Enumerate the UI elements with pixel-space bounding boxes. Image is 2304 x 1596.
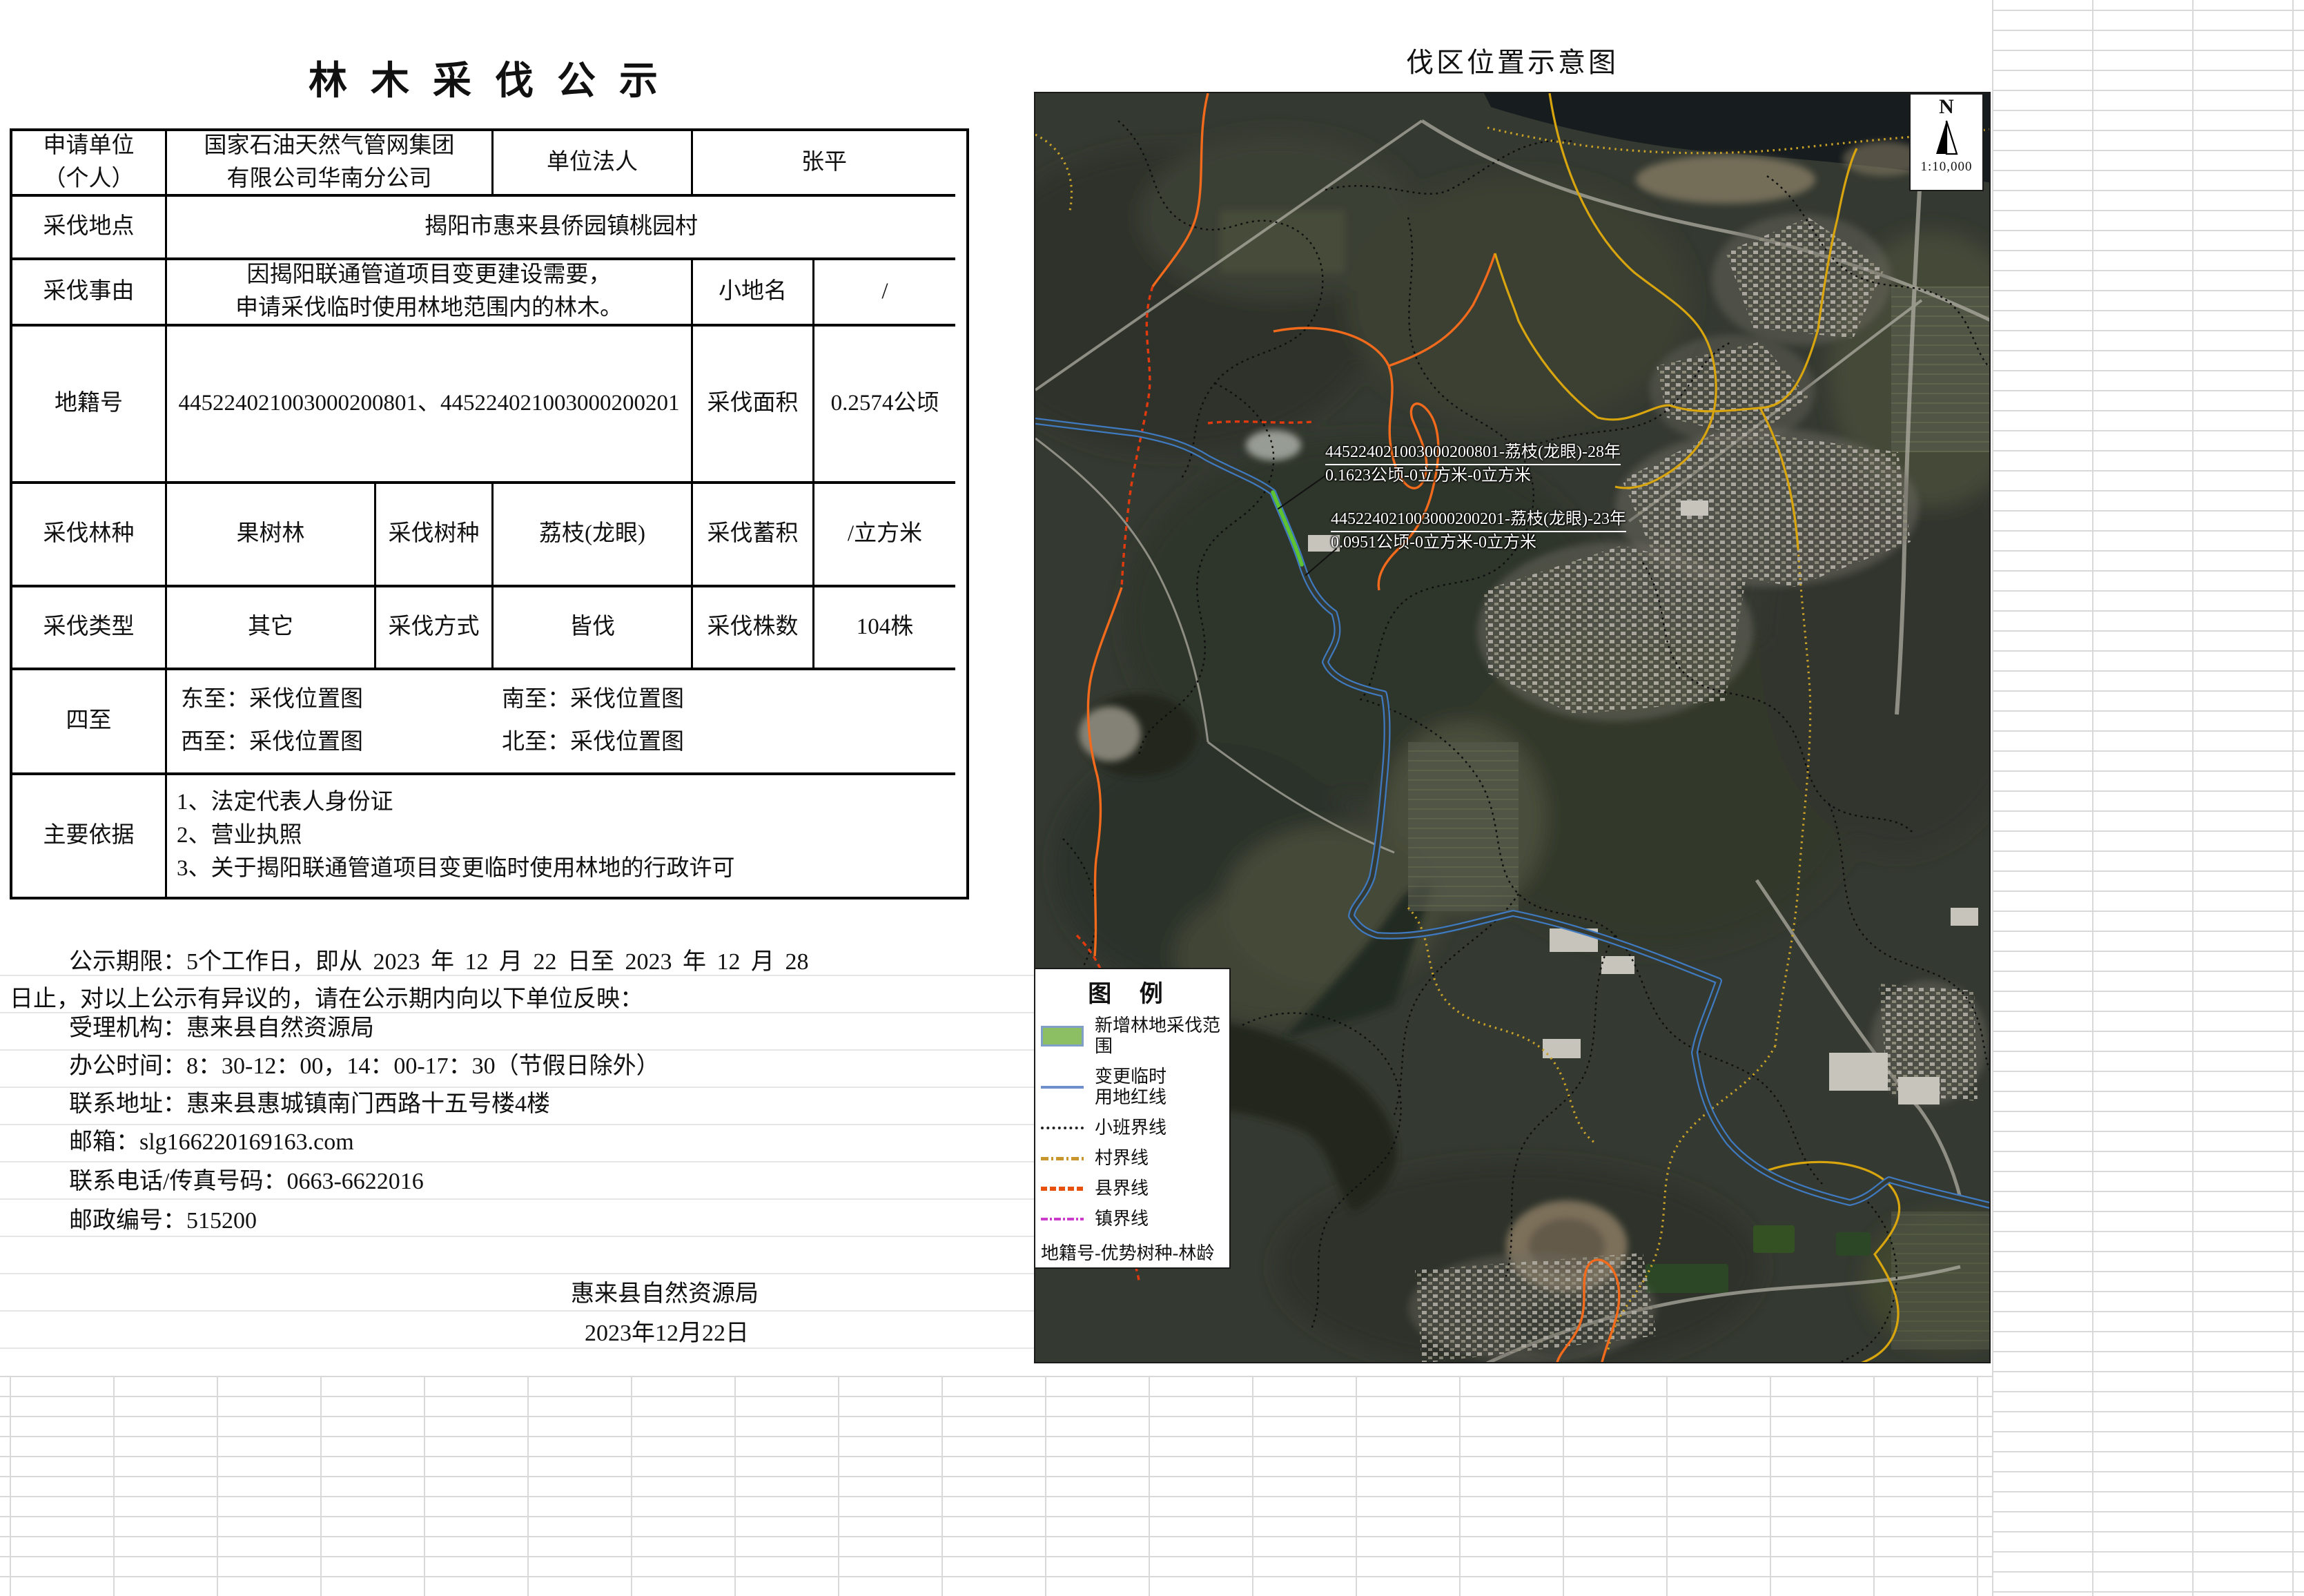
legend-line-town xyxy=(1041,1218,1084,1220)
table-value-location: 揭阳市惠来县侨园镇桃园村 xyxy=(167,197,955,260)
contact-address: 联系地址：惠来县惠城镇南门西路十五号楼4楼 xyxy=(69,1091,550,1117)
spreadsheet-grid-bottom xyxy=(0,1376,1992,1596)
table-value-cadastral-no: 445224021003000200801、445224021003000200… xyxy=(167,327,693,484)
map-title: 伐区位置示意图 xyxy=(1406,47,1619,78)
legend-item-redline: 变更临时 用地红线 xyxy=(1041,1067,1221,1108)
legend-item-harvest-area: 新增林地采伐范围 xyxy=(1041,1015,1221,1057)
north-arrow-box: N 1:10,000 xyxy=(1909,93,1984,191)
legend-title: 图 例 xyxy=(1088,982,1174,1007)
notice-period-line2: 日止，对以上公示有异议的，请在公示期内向以下单位反映： xyxy=(10,986,643,1012)
notice-period-line1: 公示期限：5个工作日，即从 2023 年 12 月 22 日至 2023 年 1… xyxy=(69,949,809,975)
table-label-tree-count: 采伐株数 xyxy=(693,587,814,670)
legend-item-town-line: 镇界线 xyxy=(1041,1209,1221,1229)
parcel-label-1: 445224021003000200801-荔枝(龙眼)-28年 0.1623公… xyxy=(1325,442,1621,487)
legend-line-county xyxy=(1041,1187,1084,1191)
table-value-forest-type: 果树林 xyxy=(167,484,376,587)
table-label-place-name: 小地名 xyxy=(693,260,814,327)
legend-item-county-line: 县界线 xyxy=(1041,1178,1221,1199)
table-label-reason: 采伐事由 xyxy=(12,260,167,327)
contact-office-hours: 办公时间：8：30-12：00，14：00-17：30（节假日除外） xyxy=(69,1053,660,1079)
boundary-west: 西至：采伐位置图 xyxy=(181,730,363,755)
table-value-legal-person: 张平 xyxy=(693,131,955,197)
legend-annotation-top: 地籍号-优势树种-林龄 xyxy=(1041,1243,1215,1263)
map-scale: 1:10,000 xyxy=(1920,159,1973,174)
legend-item-subcompartment: 小班界线 xyxy=(1041,1118,1221,1138)
table-value-tree-count: 104株 xyxy=(814,587,955,670)
north-label: N xyxy=(1939,95,1954,118)
table-value-tree-species: 荔枝(龙眼) xyxy=(494,484,693,587)
signature-date: 2023年12月22日 xyxy=(585,1321,749,1346)
table-value-boundaries: 东至：采伐位置图 南至：采伐位置图 西至：采伐位置图 北至：采伐位置图 xyxy=(167,670,955,775)
legend-swatch-green xyxy=(1041,1026,1084,1047)
table-label-cut-method: 采伐方式 xyxy=(376,587,494,670)
table-value-applicant: 国家石油天然气管网集团 有限公司华南分公司 xyxy=(167,131,494,197)
legend-line-village xyxy=(1041,1156,1084,1160)
contact-email: 邮箱：slg166220169163.com xyxy=(69,1129,354,1155)
contact-postcode: 邮政编号：515200 xyxy=(69,1208,257,1234)
notice-title: 林 木 采 伐 公 示 xyxy=(309,60,665,103)
parcel-1-detail: 0.1623公顷-0立方米-0立方米 xyxy=(1325,467,1531,485)
table-label-location: 采伐地点 xyxy=(12,197,167,260)
boundary-south: 南至：采伐位置图 xyxy=(502,687,684,712)
table-label-cut-type: 采伐类型 xyxy=(12,587,167,670)
notice-table: 申请单位 （个人） 国家石油天然气管网集团 有限公司华南分公司 单位法人 张平 … xyxy=(10,128,969,899)
legend-line-dotted xyxy=(1041,1127,1084,1129)
table-label-stock-volume: 采伐蓄积 xyxy=(693,484,814,587)
table-value-stock-volume: /立方米 xyxy=(814,484,955,587)
signature-organization: 惠来县自然资源局 xyxy=(571,1281,759,1307)
table-label-tree-species: 采伐树种 xyxy=(376,484,494,587)
spreadsheet-grid-right xyxy=(1992,0,2304,1596)
table-label-basis: 主要依据 xyxy=(12,775,167,897)
table-value-basis: 1、法定代表人身份证 2、营业执照 3、关于揭阳联通管道项目变更临时使用林地的行… xyxy=(177,790,735,881)
north-arrow-icon xyxy=(1936,120,1958,155)
table-value-area: 0.2574公顷 xyxy=(814,327,955,484)
table-value-place-name: / xyxy=(814,260,955,327)
map-legend: 图 例 新增林地采伐范围 变更临时 用地红线 小班界线 村界线 县界线 镇界线 … xyxy=(1035,968,1231,1269)
boundary-north: 北至：采伐位置图 xyxy=(502,730,684,755)
parcel-1-id: 445224021003000200801-荔枝(龙眼)-28年 xyxy=(1325,442,1621,465)
legend-line-blue xyxy=(1041,1086,1084,1089)
table-label-area: 采伐面积 xyxy=(693,327,814,484)
table-label-boundaries: 四至 xyxy=(12,670,167,775)
contact-phone: 联系电话/传真号码：0663-6622016 xyxy=(69,1169,424,1194)
parcel-2-id: 445224021003000200201-荔枝(龙眼)-23年 xyxy=(1331,509,1626,532)
table-label-cadastral-no: 地籍号 xyxy=(12,327,167,484)
table-value-cut-type: 其它 xyxy=(167,587,376,670)
legend-fraction-bar xyxy=(1041,1268,1221,1269)
table-label-applicant: 申请单位 （个人） xyxy=(12,131,167,197)
contact-agency: 受理机构：惠来县自然资源局 xyxy=(69,1015,374,1041)
parcel-2-detail: 0.0951公顷-0立方米-0立方米 xyxy=(1331,534,1536,552)
table-value-reason: 因揭阳联通管道项目变更建设需要， 申请采伐临时使用林地范围内的林木。 xyxy=(167,260,693,327)
legend-item-village-line: 村界线 xyxy=(1041,1148,1221,1169)
table-label-legal-person: 单位法人 xyxy=(494,131,693,197)
table-value-cut-method: 皆伐 xyxy=(494,587,693,670)
table-label-forest-type: 采伐林种 xyxy=(12,484,167,587)
boundary-east: 东至：采伐位置图 xyxy=(181,687,363,712)
spreadsheet-page: 林 木 采 伐 公 示 申请单位 （个人） 国家石油天然气管网集团 有限公司华南… xyxy=(0,0,2304,1596)
map-panel: 445224021003000200801-荔枝(龙眼)-28年 0.1623公… xyxy=(1034,92,1991,1363)
parcel-label-2: 445224021003000200201-荔枝(龙眼)-23年 0.0951公… xyxy=(1331,509,1626,554)
